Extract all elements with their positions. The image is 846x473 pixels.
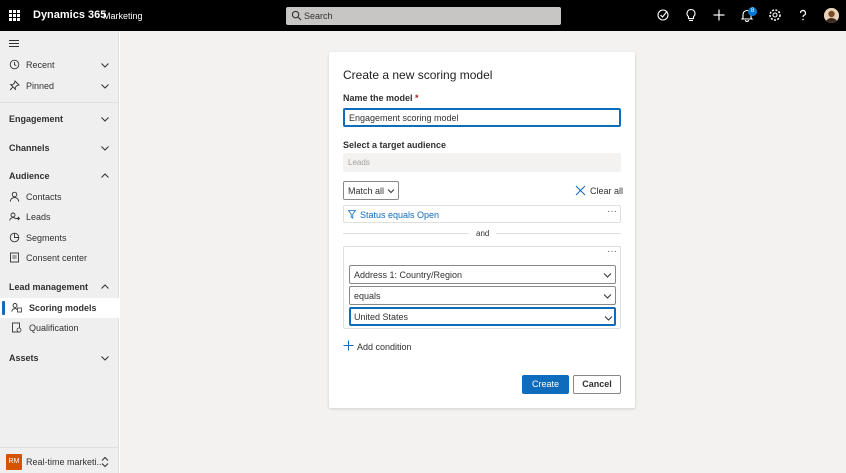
- sidebar-group-engagement[interactable]: Engagement: [0, 109, 119, 129]
- user-avatar[interactable]: [824, 8, 839, 23]
- area-name: Real-time marketi...: [26, 457, 105, 467]
- hamburger-menu-icon[interactable]: [9, 40, 19, 48]
- operator-value: equals: [354, 291, 381, 301]
- sidebar-item-label: Contacts: [26, 192, 62, 202]
- consent-icon: [9, 252, 20, 263]
- plus-icon[interactable]: [712, 8, 726, 22]
- group-label: Audience: [9, 171, 50, 181]
- sidebar-item-recent[interactable]: Recent: [0, 55, 119, 75]
- sidebar-divider: [0, 102, 119, 103]
- person-icon: [9, 191, 20, 202]
- sidebar-item-label: Consent center: [26, 253, 88, 263]
- dialog-title: Create a new scoring model: [343, 68, 493, 82]
- pin-icon: [9, 80, 20, 91]
- and-label: and: [469, 229, 497, 238]
- lightbulb-icon[interactable]: [684, 8, 698, 22]
- match-all-label: Match all: [348, 186, 385, 196]
- chevron-down-icon: [387, 189, 395, 194]
- sidebar-divider: [0, 447, 119, 448]
- more-options-icon[interactable]: ···: [607, 246, 617, 257]
- area-initials-badge: RM: [6, 454, 22, 470]
- model-name-input[interactable]: Engagement scoring model: [343, 108, 621, 127]
- group-label: Lead management: [9, 282, 89, 292]
- more-options-icon[interactable]: ···: [607, 206, 617, 217]
- group-label: Assets: [9, 353, 39, 363]
- audience-field-label: Select a target audience: [343, 140, 447, 150]
- condition-text: Status equals Open: [360, 210, 440, 220]
- search-placeholder: Search: [304, 11, 333, 21]
- scoring-icon: [11, 302, 22, 313]
- add-condition-label: Add condition: [357, 342, 412, 352]
- create-button[interactable]: Create: [522, 375, 569, 394]
- chevron-down-icon: [603, 273, 612, 278]
- sidebar-item-label: Recent: [26, 60, 55, 70]
- value-text: United States: [354, 312, 409, 322]
- help-icon[interactable]: [796, 8, 810, 22]
- app-area-name: Marketing: [103, 11, 143, 21]
- notification-count-badge: 8: [748, 7, 757, 16]
- sidebar-item-leads[interactable]: Leads: [0, 207, 119, 227]
- sidebar-item-label: Pinned: [26, 81, 55, 91]
- target-audience-field[interactable]: Leads: [343, 153, 621, 172]
- sidebar-group-lead-management[interactable]: Lead management: [0, 277, 119, 297]
- attribute-dropdown[interactable]: Address 1: Country/Region: [349, 265, 616, 284]
- gear-icon[interactable]: [768, 8, 782, 22]
- sidebar-item-contacts[interactable]: Contacts: [0, 187, 119, 207]
- sidebar-item-label: Qualification: [29, 323, 79, 333]
- chevron-down-icon[interactable]: [100, 353, 110, 363]
- sidebar-item-label: Leads: [26, 212, 51, 222]
- search-box[interactable]: Search: [286, 7, 561, 25]
- name-label-text: Name the model: [343, 93, 413, 103]
- close-icon: [575, 185, 586, 196]
- segments-icon: [9, 232, 20, 243]
- sidebar-item-label: Segments: [26, 233, 67, 243]
- sidebar-item-label: Scoring models: [29, 303, 97, 313]
- up-down-chevron-icon[interactable]: [101, 456, 109, 468]
- match-all-dropdown[interactable]: Match all: [343, 181, 399, 200]
- top-bar: Dynamics 365 Marketing Search 8: [0, 0, 846, 31]
- leads-icon: [9, 211, 20, 222]
- required-marker: *: [415, 93, 419, 103]
- value-dropdown[interactable]: United States: [349, 307, 616, 326]
- attribute-value: Address 1: Country/Region: [354, 270, 463, 280]
- sidebar-item-consent-center[interactable]: Consent center: [0, 248, 119, 268]
- clock-icon: [9, 59, 20, 70]
- search-icon: [291, 10, 302, 21]
- create-scoring-model-dialog: Create a new scoring model Name the mode…: [329, 52, 635, 408]
- task-check-icon[interactable]: [656, 8, 670, 22]
- group-label: Engagement: [9, 114, 64, 124]
- sidebar-item-pinned[interactable]: Pinned: [0, 76, 119, 96]
- group-label: Channels: [9, 143, 50, 153]
- plus-icon: [343, 340, 354, 351]
- area-switcher[interactable]: RM Real-time marketi...: [0, 451, 119, 473]
- condition-group: ··· Address 1: Country/Region equals Uni…: [343, 246, 621, 329]
- condition-row-status[interactable]: Status equals Open ···: [343, 205, 621, 223]
- chevron-down-icon: [604, 316, 613, 321]
- sidebar-group-channels[interactable]: Channels: [0, 138, 119, 158]
- chevron-down-icon[interactable]: [100, 143, 110, 153]
- app-title[interactable]: Dynamics 365: [33, 9, 106, 21]
- sidebar-item-scoring-models[interactable]: Scoring models: [0, 298, 119, 318]
- sidebar-group-assets[interactable]: Assets: [0, 348, 119, 368]
- chevron-down-icon: [603, 294, 612, 299]
- chevron-up-icon[interactable]: [100, 171, 110, 181]
- sidebar-item-segments[interactable]: Segments: [0, 228, 119, 248]
- cancel-button[interactable]: Cancel: [573, 375, 621, 394]
- chevron-down-icon[interactable]: [100, 81, 110, 91]
- chevron-down-icon[interactable]: [100, 114, 110, 124]
- chevron-down-icon[interactable]: [100, 60, 110, 70]
- clear-all-label: Clear all: [590, 186, 624, 196]
- app-launcher-icon[interactable]: [9, 10, 20, 21]
- sidebar-group-audience[interactable]: Audience: [0, 166, 119, 186]
- name-field-label: Name the model *: [343, 93, 419, 103]
- operator-dropdown[interactable]: equals: [349, 286, 616, 305]
- sidebar-nav: Recent Pinned Engagement Channels Audien…: [0, 31, 119, 473]
- qualification-icon: [11, 322, 22, 333]
- sidebar-item-qualification[interactable]: Qualification: [0, 318, 119, 338]
- filter-icon: [348, 210, 356, 219]
- chevron-up-icon[interactable]: [100, 282, 110, 292]
